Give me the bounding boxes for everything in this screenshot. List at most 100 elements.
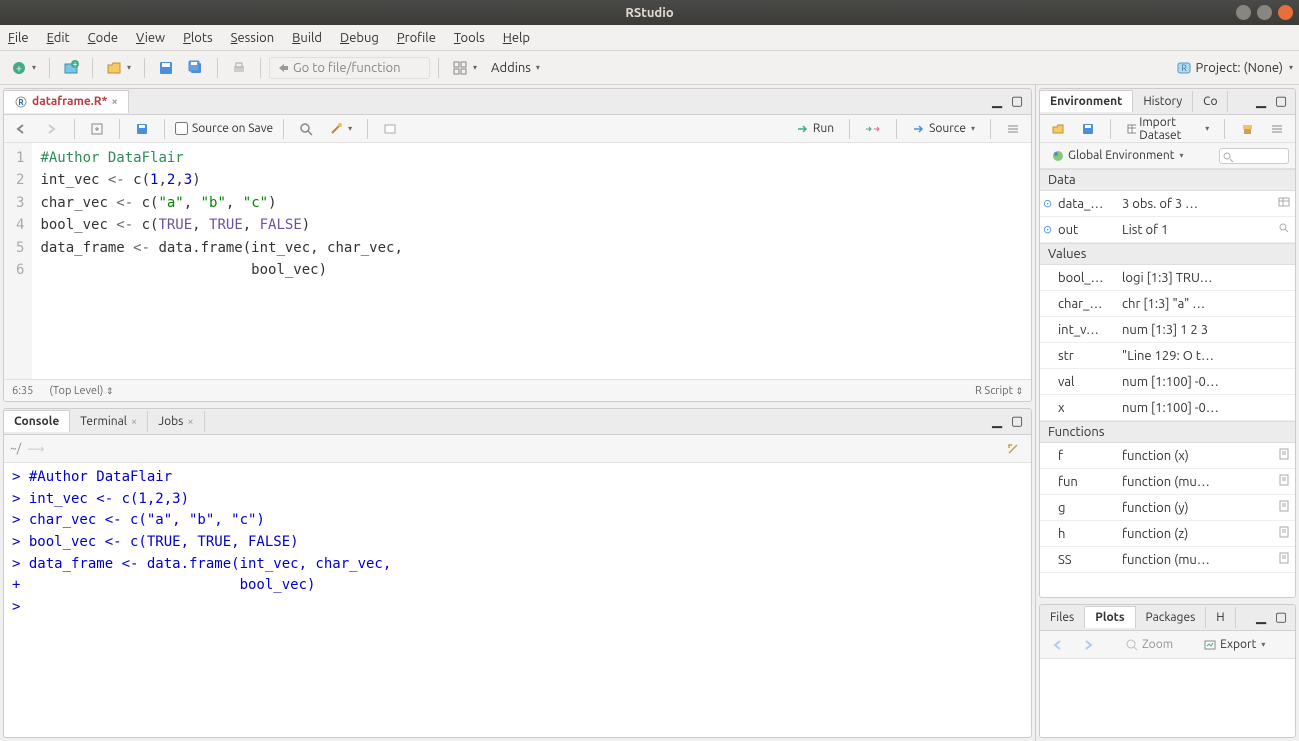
tab-history[interactable]: History [1133, 91, 1193, 112]
grid-button[interactable]: ▾ [447, 57, 482, 79]
save-workspace-button[interactable] [1076, 119, 1100, 139]
menu-debug[interactable]: Debug [340, 31, 379, 45]
menu-file[interactable]: File [8, 31, 29, 45]
magic-wand-button[interactable]: ▾ [324, 119, 357, 139]
save-all-button[interactable] [183, 57, 209, 79]
minimize-button[interactable] [1236, 5, 1251, 20]
load-workspace-button[interactable] [1046, 119, 1070, 139]
source-button[interactable]: Source▾ [907, 119, 980, 138]
plot-next-button[interactable] [1076, 636, 1100, 654]
maximize-button[interactable] [1257, 5, 1272, 20]
rerun-button[interactable] [860, 120, 886, 138]
titlebar: RStudio [0, 0, 1299, 25]
run-button[interactable]: Run [791, 119, 839, 138]
tab-jobs[interactable]: Jobs × [148, 411, 204, 432]
menu-build[interactable]: Build [292, 31, 322, 45]
menu-edit[interactable]: Edit [47, 31, 70, 45]
project-selector[interactable]: R Project: (None)▾ [1176, 60, 1293, 76]
env-row[interactable]: ⊙data_…3 obs. of 3 … [1040, 191, 1295, 217]
close-icon[interactable]: × [131, 416, 137, 428]
addins-button[interactable]: Addins▾ [486, 58, 545, 78]
code-editor[interactable]: 123456 #Author DataFlair int_vec <- c(1,… [4, 143, 1031, 379]
env-row[interactable]: char_…chr [1:3] "a" … [1040, 291, 1295, 317]
zoom-button[interactable]: Zoom [1120, 635, 1178, 655]
env-row[interactable]: int_v…num [1:3] 1 2 3 [1040, 317, 1295, 343]
maximize-env-icon[interactable]: ▢ [1273, 94, 1289, 110]
minimize-pane-icon[interactable]: ▁ [989, 94, 1005, 110]
close-tab-icon[interactable]: × [111, 96, 117, 108]
save-file-button[interactable] [130, 119, 154, 139]
maximize-console-icon[interactable]: ▢ [1009, 414, 1025, 430]
minimize-console-icon[interactable]: ▁ [989, 414, 1005, 430]
clear-console-button[interactable] [1001, 439, 1025, 459]
tab-packages[interactable]: Packages [1136, 607, 1207, 628]
menubar: File Edit Code View Plots Session Build Debug Pr… [0, 25, 1299, 51]
tab-plots[interactable]: Plots [1085, 606, 1135, 628]
window-controls [1236, 5, 1293, 20]
env-row[interactable]: valnum [1:100] -0… [1040, 369, 1295, 395]
tab-console[interactable]: Console [4, 410, 70, 432]
env-section-values: Values [1040, 243, 1295, 265]
svg-text:+: + [16, 63, 22, 75]
new-file-button[interactable]: +▾ [6, 57, 41, 79]
environment-pane: EnvironmentHistoryCo ▁ ▢ Import Dataset▾… [1039, 88, 1296, 598]
env-row[interactable]: str"Line 129: O t… [1040, 343, 1295, 369]
forward-button[interactable] [40, 120, 64, 138]
tab-environment[interactable]: Environment [1040, 90, 1133, 112]
maximize-pane-icon[interactable]: ▢ [1009, 94, 1025, 110]
tab-co[interactable]: Co [1193, 91, 1228, 112]
env-row[interactable]: funfunction (mu… [1040, 469, 1295, 495]
print-button[interactable] [226, 57, 252, 79]
console-cwd: ~/ [10, 442, 21, 455]
env-row[interactable]: xnum [1:100] -0… [1040, 395, 1295, 421]
list-view-button[interactable] [1265, 119, 1289, 139]
new-project-button[interactable]: + [58, 57, 84, 79]
show-in-window-button[interactable] [85, 119, 109, 139]
env-row[interactable]: ⊙outList of 1 [1040, 217, 1295, 243]
goto-button[interactable]: Go to file/function [269, 57, 430, 79]
menu-plots[interactable]: Plots [183, 31, 213, 45]
export-button[interactable]: Export▾ [1198, 635, 1270, 655]
goto-input[interactable]: Go to file/function [293, 61, 423, 75]
scope-selector[interactable]: (Top Level) ⇕ [49, 385, 113, 397]
menu-view[interactable]: View [136, 31, 165, 45]
close-icon[interactable]: × [187, 416, 193, 428]
menu-tools[interactable]: Tools [454, 31, 485, 45]
clear-env-button[interactable] [1235, 119, 1259, 139]
window-title: RStudio [625, 6, 673, 20]
menu-help[interactable]: Help [503, 31, 530, 45]
env-row[interactable]: gfunction (y) [1040, 495, 1295, 521]
tab-terminal[interactable]: Terminal × [70, 411, 148, 432]
save-button[interactable] [153, 57, 179, 79]
source-on-save-checkbox[interactable]: Source on Save [175, 122, 273, 135]
console-output[interactable]: > #Author DataFlair > int_vec <- c(1,2,3… [4, 463, 1031, 737]
menu-session[interactable]: Session [231, 31, 274, 45]
outline-button[interactable] [1001, 119, 1025, 139]
svg-text:R: R [18, 98, 24, 107]
console-cwd-arrow-icon[interactable]: ⟶ [27, 442, 44, 456]
remove-plot-button[interactable] [1290, 635, 1296, 655]
main-toolbar: +▾ + ▾ Go to file/function ▾ Addins▾ R P… [0, 51, 1299, 85]
tab-source-file[interactable]: R dataframe.R* × [4, 90, 129, 113]
maximize-plots-icon[interactable]: ▢ [1273, 610, 1289, 626]
scope-selector-env[interactable]: Global Environment▾ [1046, 146, 1189, 166]
mode-selector[interactable]: R Script ⇕ [975, 385, 1023, 397]
plot-prev-button[interactable] [1046, 636, 1070, 654]
env-row[interactable]: SSfunction (mu… [1040, 547, 1295, 573]
env-row[interactable]: bool_…logi [1:3] TRU… [1040, 265, 1295, 291]
knit-button[interactable] [378, 119, 402, 139]
back-button[interactable] [10, 120, 34, 138]
menu-profile[interactable]: Profile [397, 31, 436, 45]
minimize-env-icon[interactable]: ▁ [1253, 94, 1269, 110]
minimize-plots-icon[interactable]: ▁ [1253, 610, 1269, 626]
import-dataset-button[interactable]: Import Dataset▾ [1121, 113, 1214, 145]
tab-h[interactable]: H [1206, 607, 1235, 628]
tab-files[interactable]: Files [1040, 607, 1085, 628]
env-row[interactable]: hfunction (z) [1040, 521, 1295, 547]
env-row[interactable]: ffunction (x) [1040, 443, 1295, 469]
close-button[interactable] [1278, 5, 1293, 20]
menu-code[interactable]: Code [88, 31, 118, 45]
env-section-functions: Functions [1040, 421, 1295, 443]
find-button[interactable] [294, 119, 318, 139]
open-file-button[interactable]: ▾ [101, 57, 136, 79]
